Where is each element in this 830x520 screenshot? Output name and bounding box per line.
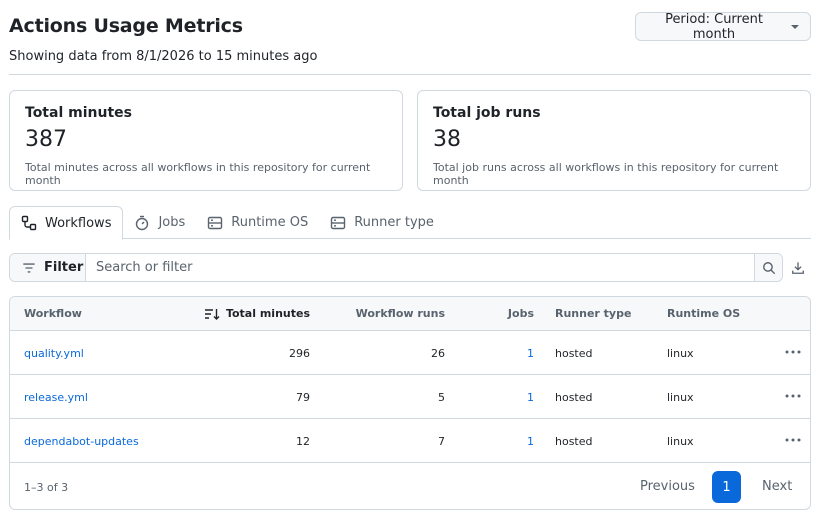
search-icon (762, 261, 775, 274)
workflow-runs-cell: 7 (438, 435, 445, 448)
column-header-runtime-os[interactable]: Runtime OS (667, 307, 740, 320)
runtime-os-cell: linux (667, 347, 694, 360)
total-minutes-cell: 79 (296, 391, 310, 404)
tab-jobs[interactable]: Jobs (123, 206, 196, 239)
tab-runner-type[interactable]: Runner type (319, 206, 445, 239)
tab-label: Runner type (354, 215, 434, 230)
runner-type-cell: hosted (555, 347, 593, 360)
table-row: dependabot-updates 12 7 1 hosted linux (10, 419, 810, 463)
column-header-jobs[interactable]: Jobs (508, 307, 534, 320)
table-row: quality.yml 296 26 1 hosted linux (10, 331, 810, 375)
table-header: Workflow Total minutes Workflow runs Job… (10, 297, 810, 331)
server-icon (208, 216, 223, 229)
card-value: 38 (433, 127, 461, 152)
card-title: Total minutes (25, 105, 132, 121)
column-header-label: Total minutes (225, 307, 310, 320)
column-header-runner-type[interactable]: Runner type (555, 307, 631, 320)
jobs-link[interactable]: 1 (527, 435, 534, 448)
column-header-total-minutes[interactable]: Total minutes (204, 307, 310, 320)
card-description: Total job runs across all workflows in t… (433, 161, 779, 187)
filter-icon (23, 262, 35, 273)
workflow-link[interactable]: dependabot-updates (24, 435, 139, 448)
runner-type-cell: hosted (555, 391, 593, 404)
search-input[interactable] (86, 254, 754, 281)
jobs-link[interactable]: 1 (527, 391, 534, 404)
tab-runtime-os[interactable]: Runtime OS (196, 206, 319, 239)
filter-label: Filter (44, 260, 84, 275)
kebab-menu-icon[interactable] (784, 346, 802, 358)
column-header-workflow-runs[interactable]: Workflow runs (356, 307, 445, 320)
workflow-link[interactable]: quality.yml (24, 347, 84, 360)
runtime-os-cell: linux (667, 435, 694, 448)
runner-type-cell: hosted (555, 435, 593, 448)
header-divider (9, 74, 811, 75)
tab-label: Runtime OS (231, 215, 309, 230)
pagination-next[interactable]: Next (762, 479, 792, 494)
tab-bar: Workflows Jobs Runtime OS Runner type (9, 206, 811, 240)
filter-bar: Filter (9, 253, 783, 282)
kebab-menu-icon[interactable] (784, 390, 802, 402)
sort-descending-icon (204, 308, 220, 320)
kebab-menu-icon[interactable] (784, 434, 802, 446)
table-footer: 1–3 of 3 Previous 1 Next (10, 463, 810, 509)
server-icon (331, 216, 346, 229)
tab-label: Jobs (158, 215, 186, 230)
download-icon (792, 262, 804, 274)
total-minutes-cell: 12 (296, 435, 310, 448)
jobs-link[interactable]: 1 (527, 347, 534, 360)
workflow-icon (21, 215, 37, 231)
workflow-runs-cell: 26 (431, 347, 445, 360)
card-title: Total job runs (433, 105, 541, 121)
metric-card-total-job-runs: Total job runs 38 Total job runs across … (417, 90, 811, 191)
workflow-link[interactable]: release.yml (24, 391, 88, 404)
tab-workflows[interactable]: Workflows (9, 206, 124, 240)
search-button[interactable] (754, 254, 782, 281)
card-description: Total minutes across all workflows in th… (25, 161, 371, 187)
period-select[interactable]: Period: Current month (635, 11, 811, 42)
pagination-summary: 1–3 of 3 (24, 481, 69, 494)
usage-table: Workflow Total minutes Workflow runs Job… (9, 296, 811, 510)
column-header-workflow[interactable]: Workflow (24, 307, 82, 320)
table-row: release.yml 79 5 1 hosted linux (10, 375, 810, 419)
download-button[interactable] (789, 259, 807, 277)
page-title: Actions Usage Metrics (9, 15, 243, 37)
card-value: 387 (25, 127, 67, 152)
total-minutes-cell: 296 (289, 347, 310, 360)
filter-button[interactable]: Filter (10, 254, 86, 281)
tab-label: Workflows (45, 215, 112, 231)
period-label: Period: Current month (665, 11, 763, 42)
runtime-os-cell: linux (667, 391, 694, 404)
metric-card-total-minutes: Total minutes 387 Total minutes across a… (9, 90, 403, 191)
chevron-down-icon (791, 24, 799, 29)
pagination-page-current[interactable]: 1 (712, 471, 741, 503)
stopwatch-icon (136, 215, 149, 230)
pagination-previous[interactable]: Previous (640, 479, 695, 494)
page-subtitle: Showing data from 8/1/2026 to 15 minutes… (9, 49, 318, 64)
workflow-runs-cell: 5 (438, 391, 445, 404)
